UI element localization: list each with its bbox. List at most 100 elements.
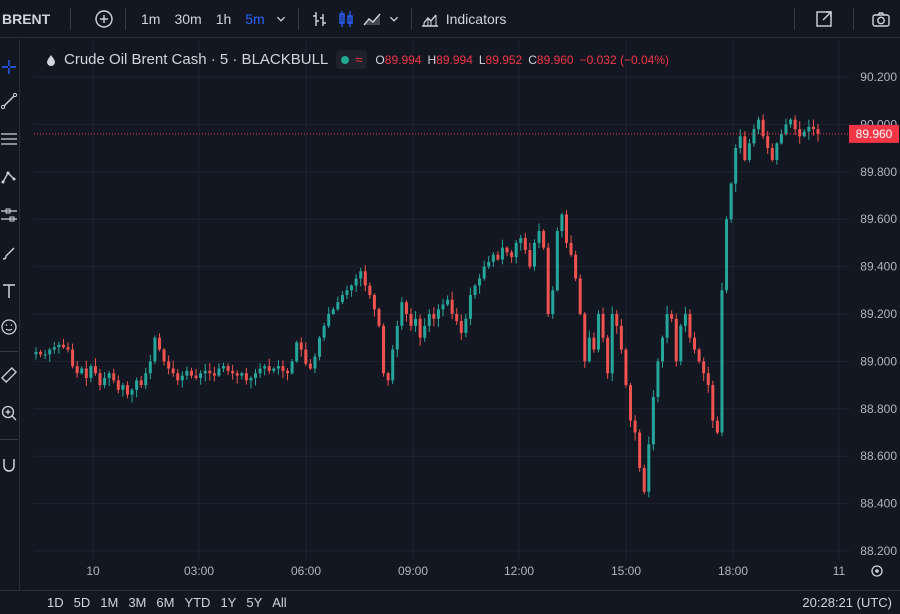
candle-body <box>464 318 468 333</box>
candle-body <box>496 254 500 260</box>
bottom-toolbar: 1D 5D 1M 3M 6M YTD 1Y 5Y All 20:28:21 (U… <box>0 590 900 614</box>
candle-body <box>592 337 596 350</box>
candle-body <box>107 373 111 378</box>
candle-body <box>514 242 518 258</box>
range-1m[interactable]: 1M <box>95 595 123 610</box>
candle-body <box>779 133 783 144</box>
candle-body <box>688 314 692 338</box>
candle-body <box>551 290 555 314</box>
candle-body <box>135 380 139 390</box>
candle-body <box>254 373 258 378</box>
candle-body <box>487 261 491 267</box>
x-tick-label: 03:00 <box>184 564 214 578</box>
candle-body <box>679 325 683 362</box>
candle-body <box>217 368 221 376</box>
y-tick-label: 90.200 <box>860 70 897 84</box>
candle-body <box>240 373 244 376</box>
candle-body <box>578 278 582 314</box>
candle-body <box>537 231 541 243</box>
candle-body <box>258 368 262 374</box>
x-tick-label: 10 <box>86 564 100 578</box>
chart-legend: Crude Oil Brent Cash · 5 · BLACKBULL ≈ O… <box>46 50 669 69</box>
candle-body <box>725 219 729 291</box>
candle-body <box>98 373 102 386</box>
candle-body <box>738 136 742 149</box>
candle-body <box>505 247 509 253</box>
candle-body <box>66 347 70 350</box>
range-6m[interactable]: 6M <box>151 595 179 610</box>
range-1d[interactable]: 1D <box>42 595 69 610</box>
candle-body <box>125 385 129 395</box>
x-tick-label: 12:00 <box>504 564 534 578</box>
y-tick-label: 89.400 <box>860 260 897 274</box>
x-tick-label: 06:00 <box>291 564 321 578</box>
candle-body <box>528 250 532 267</box>
candle-body <box>807 126 811 132</box>
candle-body <box>683 314 687 326</box>
candle-body <box>711 385 715 421</box>
market-status[interactable]: ≈ <box>336 50 368 69</box>
candle-body <box>372 295 376 310</box>
candle-body <box>633 420 637 433</box>
candle-body <box>89 366 93 378</box>
range-1y[interactable]: 1Y <box>215 595 241 610</box>
candle-body <box>84 368 88 378</box>
candle-body <box>414 318 418 326</box>
candle-body <box>423 325 427 338</box>
candle-body <box>52 347 56 350</box>
range-5y[interactable]: 5Y <box>241 595 267 610</box>
last-price-label: 89.960 <box>856 127 893 141</box>
candle-body <box>363 271 367 286</box>
candle-body <box>322 325 326 338</box>
candle-body <box>610 314 614 374</box>
range-3m[interactable]: 3M <box>123 595 151 610</box>
candle-body <box>103 377 107 386</box>
candle-body <box>409 314 413 326</box>
candle-body <box>661 337 665 362</box>
candle-body <box>747 143 751 160</box>
y-tick-label: 89.000 <box>860 354 897 368</box>
chart-grid <box>34 39 900 590</box>
candle-body <box>148 361 152 374</box>
candle-body <box>359 271 363 279</box>
candle-body <box>313 356 317 369</box>
candle-body <box>766 136 770 149</box>
candle-body <box>350 285 354 291</box>
candle-body <box>208 370 212 374</box>
candle-body <box>157 337 161 350</box>
candle-body <box>286 370 290 374</box>
y-tick-label: 88.400 <box>860 497 897 511</box>
candle-body <box>560 214 564 232</box>
candle-body <box>532 242 536 267</box>
range-5d[interactable]: 5D <box>69 595 96 610</box>
candle-body <box>281 366 285 371</box>
candle-body <box>93 366 97 374</box>
candle-body <box>523 238 527 251</box>
candle-body <box>267 366 271 371</box>
candle-body <box>276 366 280 369</box>
price-chart[interactable]: 88.200 88.400 88.600 88.800 89.000 89.200 89.4… <box>0 0 900 590</box>
candle-body <box>468 295 472 319</box>
candle-body <box>167 361 171 369</box>
range-ytd[interactable]: YTD <box>179 595 215 610</box>
candle-body <box>43 354 47 356</box>
x-tick-label: 15:00 <box>611 564 641 578</box>
range-all[interactable]: All <box>267 595 291 610</box>
low-key: L <box>478 52 486 67</box>
candle-body <box>418 318 422 338</box>
y-tick-label: 88.200 <box>860 544 897 558</box>
open-key: O <box>375 52 385 67</box>
candle-body <box>377 309 381 326</box>
candle-body <box>203 370 207 374</box>
candle-body <box>199 373 203 378</box>
utc-clock[interactable]: 20:28:21 (UTC) <box>802 595 892 610</box>
candle-body <box>491 254 495 262</box>
candle-body <box>226 366 230 371</box>
candle-body <box>651 396 655 445</box>
candle-body <box>48 349 52 355</box>
candle-body <box>702 361 706 374</box>
instrument-title[interactable]: Crude Oil Brent Cash · 5 · BLACKBULL <box>64 51 328 68</box>
candle-body <box>798 129 802 137</box>
candle-body <box>601 314 605 338</box>
candle-body <box>244 373 248 381</box>
